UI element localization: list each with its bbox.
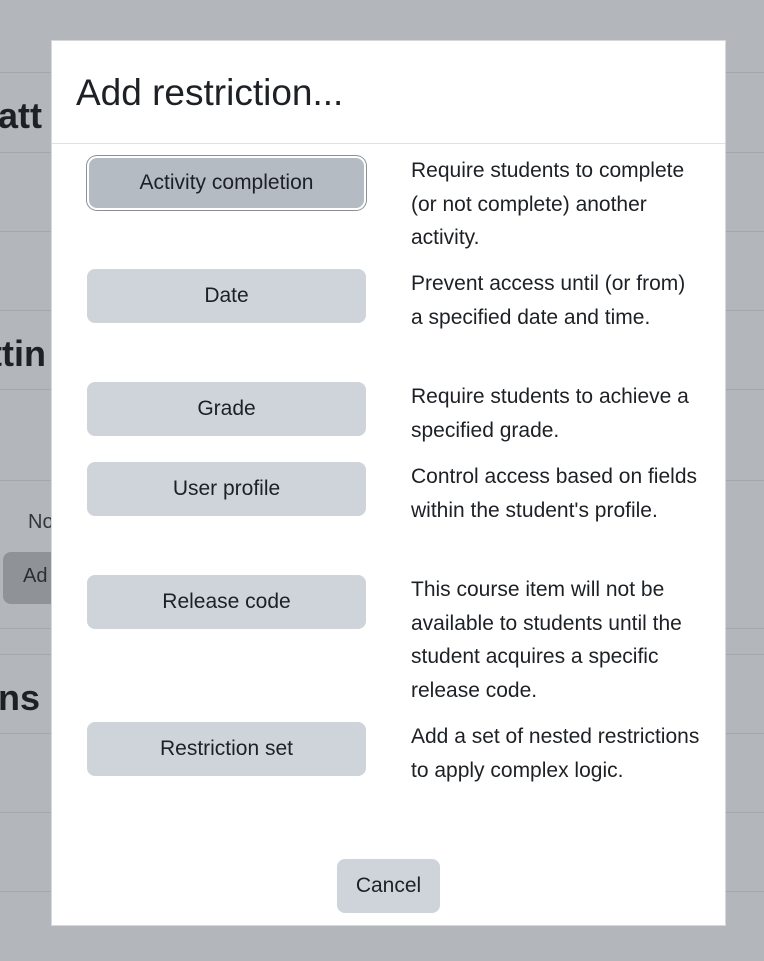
release-code-button[interactable]: Release code	[87, 575, 366, 629]
restriction-set-description: Add a set of nested restrictions to appl…	[411, 725, 700, 782]
section-heading: ns	[0, 677, 41, 718]
add-restriction-dialog: Add restriction... Activity completion R…	[51, 40, 726, 926]
user-profile-description: Control access based on fields within th…	[411, 465, 697, 522]
activity-completion-button[interactable]: Activity completion	[89, 158, 364, 208]
date-description: Prevent access until (or from) a specifi…	[411, 272, 686, 329]
dialog-title: Add restriction...	[76, 72, 344, 113]
grade-button[interactable]: Grade	[87, 382, 366, 436]
add-restriction-button-label: Ad	[23, 565, 48, 587]
release-code-description: This course item will not be available t…	[411, 578, 682, 702]
background-label: No	[28, 511, 54, 533]
cancel-button[interactable]: Cancel	[337, 859, 440, 913]
dialog-header: Add restriction...	[52, 41, 725, 144]
user-profile-button[interactable]: User profile	[87, 462, 366, 516]
activity-completion-description: Require students to complete (or not com…	[411, 159, 685, 249]
grade-description: Require students to achieve a specified …	[411, 385, 689, 442]
date-button[interactable]: Date	[87, 269, 366, 323]
section-heading: att	[0, 95, 42, 136]
restriction-set-button[interactable]: Restriction set	[87, 722, 366, 776]
section-heading: ttin	[0, 333, 46, 374]
